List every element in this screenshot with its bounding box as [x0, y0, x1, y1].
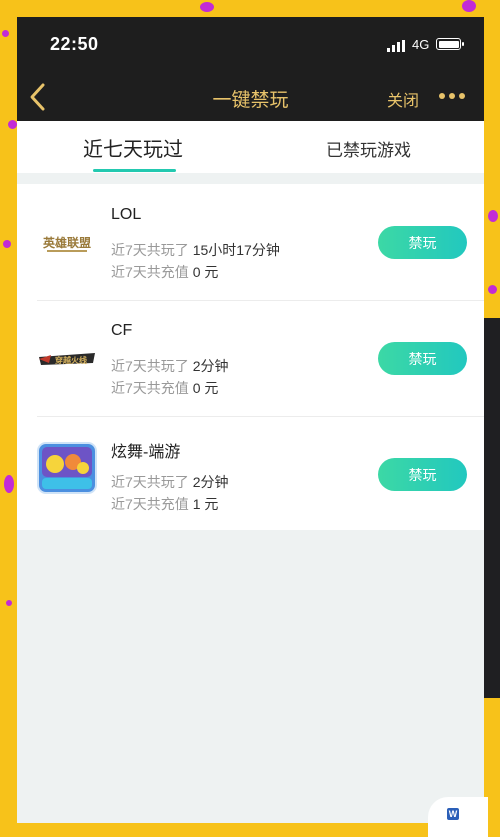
list-item: 炫舞-端游 近7天共玩了 2分钟 近7天共充值 1 元 禁玩: [17, 416, 484, 531]
tab-indicator: [93, 169, 176, 172]
play-time: 近7天共玩了 2分钟: [111, 474, 229, 490]
list-item: 英雄联盟 LOL 近7天共玩了 15小时17分钟 近7天共充值 0 元 禁玩: [17, 184, 484, 299]
phone-screen: 22:50 4G 一键禁玩 关闭 近七天玩过 已禁玩游戏 英雄联盟 LOL 近7…: [17, 17, 484, 823]
status-time: 22:50: [50, 34, 99, 54]
nav-bar: 一键禁玩 关闭: [17, 73, 484, 121]
battery-icon: [436, 38, 464, 50]
game-name: 炫舞-端游: [111, 444, 181, 461]
cf-logo: 穿越火线: [37, 335, 97, 383]
ban-button[interactable]: 禁玩: [378, 342, 467, 375]
game-name: LOL: [111, 206, 142, 223]
game-name: CF: [111, 322, 133, 339]
ban-button[interactable]: 禁玩: [378, 226, 467, 259]
recharge-amount: 近7天共充值 1 元: [111, 496, 219, 512]
recharge-amount: 近7天共充值 0 元: [111, 264, 219, 280]
svg-text:穿越火线: 穿越火线: [55, 355, 87, 365]
game-list: 英雄联盟 LOL 近7天共玩了 15小时17分钟 近7天共充值 0 元 禁玩 穿…: [17, 184, 484, 530]
tab-bar: 近七天玩过 已禁玩游戏: [17, 121, 484, 173]
svg-text:英雄联盟: 英雄联盟: [43, 235, 91, 250]
more-icon: [439, 93, 445, 99]
signal-icon: [387, 40, 405, 52]
x5-logo: [37, 442, 97, 494]
close-button[interactable]: 关闭: [387, 87, 419, 111]
recharge-amount: 近7天共充值 0 元: [111, 380, 219, 396]
list-item: 穿越火线 CF 近7天共玩了 2分钟 近7天共充值 0 元 禁玩: [17, 300, 484, 415]
lol-logo: 英雄联盟: [37, 219, 97, 267]
more-button[interactable]: [439, 93, 467, 101]
word-icon: W: [447, 808, 459, 820]
tab-recent[interactable]: 近七天玩过: [83, 133, 183, 162]
status-bar: 22:50 4G: [17, 17, 484, 73]
play-time: 近7天共玩了 2分钟: [111, 358, 229, 374]
play-time: 近7天共玩了 15小时17分钟: [111, 242, 280, 258]
tab-banned[interactable]: 已禁玩游戏: [326, 136, 411, 161]
ban-button[interactable]: 禁玩: [378, 458, 467, 491]
network-type: 4G: [412, 37, 430, 52]
